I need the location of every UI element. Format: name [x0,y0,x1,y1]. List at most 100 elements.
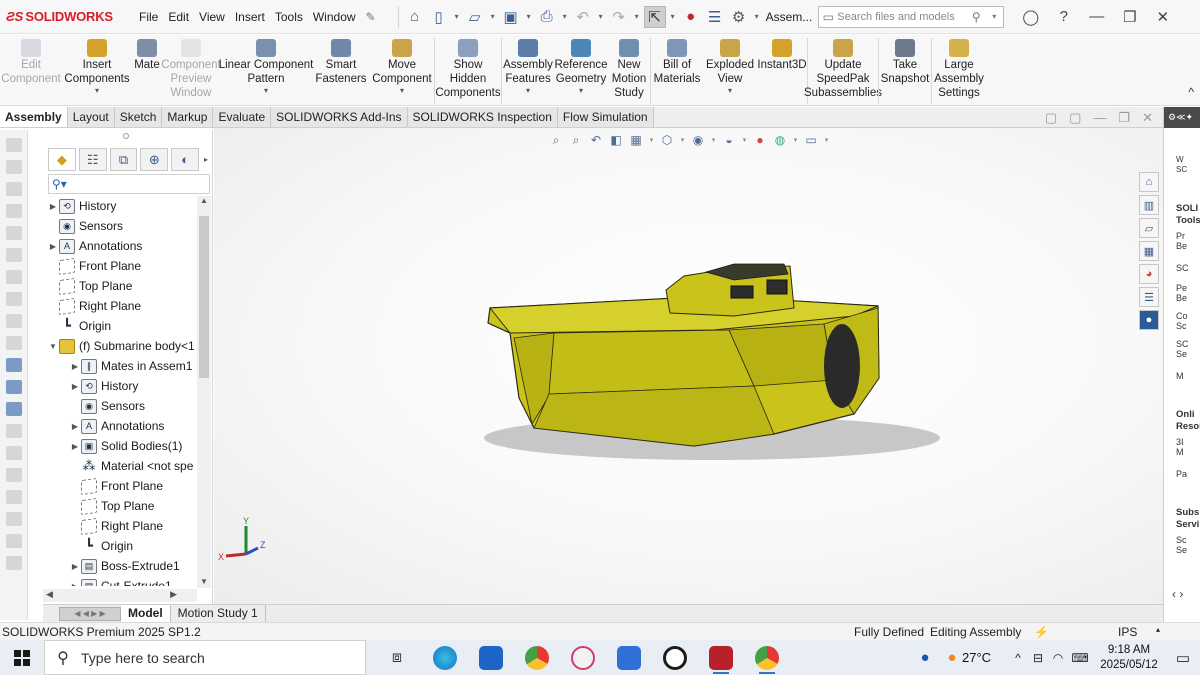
restore-icon[interactable]: ❐ [1113,8,1146,26]
tree-item[interactable]: ▶ ⟲ History [69,376,138,396]
tab-model[interactable]: Model [121,605,171,622]
tool-icon[interactable] [6,226,22,240]
viewport-minimize-icon[interactable]: — [1093,110,1106,126]
user-account-icon[interactable]: ◯ [1014,8,1047,26]
tab-solidworks-add-ins[interactable]: SOLIDWORKS Add-Ins [271,107,408,127]
cmd-large-assembly-settings-button[interactable]: Large Assembly Settings [932,35,986,100]
solidworks-taskbar-icon[interactable] [698,640,744,675]
solidworks-forum-icon[interactable]: ● [1139,310,1159,330]
graphics-area[interactable]: ⌕ ⌕ ↶ ◧ ▦ ▾ ⬡ ▾ ◉ ▾ ◒ ▾ ● ◍ ▾ ▭ ▾ Y X Z [214,128,1163,604]
options-gear-icon[interactable]: ⚙ [728,6,750,28]
expand-down-icon[interactable]: ▼ [47,342,59,351]
chevron-down-icon[interactable]: ▾ [488,6,498,28]
tree-horizontal-scrollbar[interactable]: ◀ ▶ [43,589,197,602]
chevron-down-icon[interactable]: ▾ [264,86,268,95]
menu-window[interactable]: Window [308,10,361,24]
expand-right-icon[interactable]: ▶ [47,242,59,251]
tool-icon[interactable] [6,424,22,438]
new-document-icon[interactable]: ▯ [428,6,450,28]
tile-right-icon[interactable]: ▢ [1069,110,1081,126]
tool-icon[interactable] [6,314,22,328]
close-icon[interactable]: ✕ [1146,8,1179,26]
chevron-down-icon[interactable]: ▾ [95,86,99,95]
tree-vertical-scrollbar[interactable]: ▲ ▼ [197,196,211,588]
appearances-icon[interactable]: ◕ [1139,264,1159,284]
tray-chevron-up-icon[interactable]: ^ [1008,651,1028,665]
tools-item[interactable]: Pr Be [1176,231,1187,251]
collapse-ribbon-icon[interactable]: ^ [1188,85,1194,99]
print-icon[interactable]: ⎙ [536,6,558,28]
chevron-down-icon[interactable]: ▾ [596,6,606,28]
redo-icon[interactable]: ↷ [608,6,630,28]
cmd-show-hidden-components-button[interactable]: Show Hidden Components [435,35,501,100]
task-pane-nav-arrows[interactable]: ‹ › [1172,587,1183,601]
submarine-body-model[interactable] [214,128,1163,604]
tool-icon[interactable] [6,336,22,350]
more-tabs-icon[interactable]: ▸ [202,148,210,171]
tool-icon[interactable] [6,270,22,284]
tree-item[interactable]: ▼ (f) Submarine body<1 [47,336,195,356]
cmd-edit-component-button[interactable]: Edit Component [0,35,62,86]
tool-icon[interactable] [6,468,22,482]
online-item[interactable]: Pa [1176,469,1187,479]
tree-item[interactable]: ┗ Origin [69,536,133,556]
tool-icon[interactable] [6,534,22,548]
panel-collapse-handle[interactable] [123,133,129,139]
cmd-update-speedpak-subassemblies-button[interactable]: Update SpeedPak Subassemblies [804,35,882,100]
notifications-icon[interactable]: ▭ [1166,649,1200,667]
microsoft-store-icon[interactable] [468,640,514,675]
tree-item[interactable]: ▶ ⟲ History [47,196,116,216]
expand-right-icon[interactable]: ▶ [69,562,81,571]
configuration-manager-tab-icon[interactable]: ⧉ [109,148,138,171]
expand-right-icon[interactable]: ▶ [69,422,81,431]
unit-system[interactable]: IPS [1118,625,1137,639]
tree-item[interactable]: Front Plane [69,476,163,496]
tab-motion-study[interactable]: Motion Study 1 [171,605,266,622]
tree-item[interactable]: ◉ Sensors [47,216,123,236]
temperature[interactable]: 27°C [962,650,1008,665]
tree-item[interactable]: Front Plane [47,256,141,276]
weather-icon[interactable]: ● [942,649,962,666]
tool-icon[interactable] [6,182,22,196]
chevron-down-icon[interactable]: ▾ [400,86,404,95]
expand-right-icon[interactable]: ▶ [69,382,81,391]
open-folder-icon[interactable]: ▱ [464,6,486,28]
expand-right-icon[interactable]: ▶ [69,362,81,371]
tree-item[interactable]: ▶ ▤ Boss-Extrude1 [69,556,180,576]
cmd-bill-of-materials-button[interactable]: Bill of Materials [651,35,703,86]
task-view-icon[interactable]: ⧈ [372,640,422,675]
tree-item[interactable]: Top Plane [69,496,154,516]
filter-icon[interactable]: ⚲▾ [48,174,210,194]
tree-item[interactable]: ┗ Origin [47,316,111,336]
tool-icon[interactable] [6,160,22,174]
property-manager-tab-icon[interactable]: ☷ [78,148,107,171]
expand-right-icon[interactable]: ▶ [69,582,81,587]
subs-item[interactable]: Sc Se [1176,535,1187,555]
tree-item[interactable]: ▶ ∥ Mates in Assem1 [69,356,192,376]
menu-tools[interactable]: Tools [270,10,308,24]
menu-insert[interactable]: Insert [230,10,270,24]
chevron-down-icon[interactable]: ▾ [526,86,530,95]
chevron-up-icon[interactable]: ▴ [1156,625,1160,634]
menu-edit[interactable]: Edit [163,10,194,24]
edge-browser-icon[interactable] [422,640,468,675]
tree-item[interactable]: Top Plane [47,276,132,296]
tool-icon[interactable] [6,556,22,570]
tab-solidworks-inspection[interactable]: SOLIDWORKS Inspection [407,107,558,127]
file-explorer-icon[interactable]: ▱ [1139,218,1159,238]
tool-icon[interactable] [6,490,22,504]
tool-icon[interactable] [6,402,22,416]
file-properties-icon[interactable]: ☰ [704,6,726,28]
wifi-icon[interactable]: ◠ [1048,651,1068,665]
start-button[interactable] [0,640,44,675]
cmd-smart-fasteners-button[interactable]: Smart Fasteners [312,35,370,86]
chevron-down-icon[interactable]: ▾ [452,6,462,28]
network-icon[interactable]: ⊟ [1028,651,1048,665]
pin-icon[interactable]: ✎ [361,10,381,24]
scrollbar-thumb[interactable] [199,216,209,378]
cmd-exploded-view-button[interactable]: Exploded View ▾ [703,35,757,95]
tree-item[interactable]: Right Plane [69,516,163,536]
scroll-up-icon[interactable]: ▲ [197,196,211,205]
tree-item[interactable]: ▶ ▤ Cut-Extrude1 [69,576,172,586]
tool-icon[interactable] [6,138,22,152]
